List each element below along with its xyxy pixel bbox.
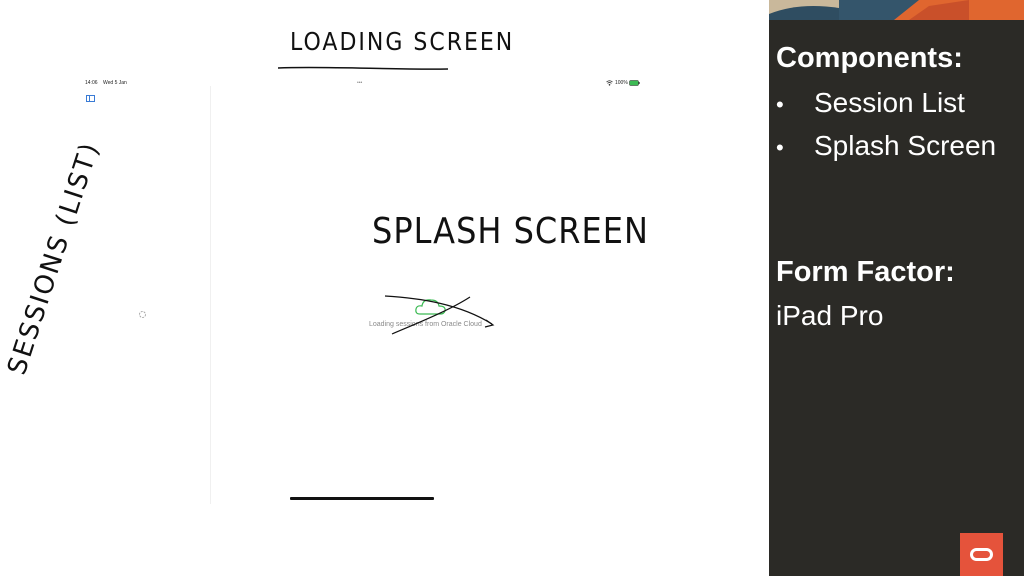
splash-screen-label: SPLASH SCREEN	[372, 210, 649, 252]
sketch-title: LOADING SCREEN	[290, 28, 515, 57]
bullet: •	[776, 92, 784, 117]
bullet: •	[776, 135, 784, 160]
multitask-dots[interactable]: •••	[357, 80, 362, 86]
battery-percent: 100%	[615, 80, 628, 86]
loading-spinner-icon	[139, 311, 146, 318]
logo-ring	[970, 548, 993, 561]
wifi-icon	[606, 80, 613, 86]
components-heading: Components:	[776, 42, 963, 74]
status-time: 14:06	[85, 80, 98, 86]
list-item: • Session List	[776, 88, 996, 131]
component-label: Session List	[814, 87, 965, 118]
decorative-banner	[769, 0, 1024, 20]
sketch-canvas: LOADING SCREEN 14:06 Wed 5 Jan ••• 100% …	[0, 0, 769, 576]
sessions-list-label: SESSIONS (LIST)	[2, 138, 106, 379]
oracle-logo-icon	[960, 533, 1003, 576]
form-factor-value: iPad Pro	[776, 300, 884, 331]
battery-icon	[629, 80, 640, 86]
component-label: Splash Screen	[814, 130, 997, 161]
sidebar-toggle-icon[interactable]	[86, 95, 95, 102]
home-indicator	[290, 497, 434, 500]
list-item: • Splash Screen	[776, 131, 996, 174]
title-underline	[277, 66, 449, 70]
components-list: • Session List • Splash Screen	[776, 88, 996, 174]
split-view-divider	[210, 86, 211, 504]
form-factor-heading: Form Factor:	[776, 256, 955, 288]
status-date: Wed 5 Jan	[103, 80, 127, 86]
cross-out-strokes	[384, 295, 495, 335]
